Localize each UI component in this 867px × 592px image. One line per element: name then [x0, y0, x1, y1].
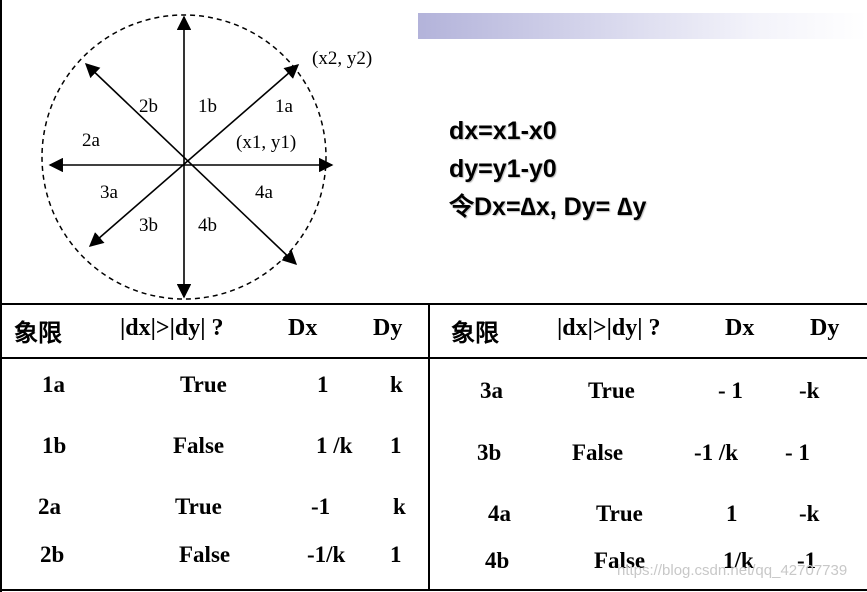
octant-label-3b: 3b	[139, 215, 158, 236]
header-dy-left: Dy	[373, 315, 403, 341]
header-dy-right: Dy	[810, 315, 840, 341]
header-compare-right: |dx|>|dy| ?	[557, 315, 661, 341]
header-quadrant-right: 象限	[451, 321, 499, 347]
table-cell: True	[180, 372, 227, 397]
octant-label-2a: 2a	[82, 130, 101, 151]
header-quadrant-left: 象限	[14, 321, 62, 347]
end-point-label: (x2, y2)	[312, 48, 372, 69]
table-cell: 1	[390, 542, 402, 567]
table-cell: False	[572, 440, 624, 465]
watermark-url: https://blog.csdn.net/qq_42707739	[617, 562, 848, 579]
table-cell: 1 /k	[316, 433, 353, 458]
octant-label-4b: 4b	[198, 215, 217, 236]
table-cell: 1b	[42, 433, 67, 458]
table-cell: 1	[726, 501, 738, 526]
octant-diagram: 1a 1b 2a 2b 3a 3b 4a 4b (x2, y2) (x1, y1…	[41, 14, 372, 300]
table-cell: 1a	[42, 372, 65, 397]
table-cell: -1 /k	[694, 440, 739, 465]
table-cell: -k	[799, 501, 820, 526]
table-cell: -1/k	[307, 542, 346, 567]
octant-label-1b: 1b	[198, 96, 217, 117]
table-cell: k	[390, 372, 403, 397]
header-compare-left: |dx|>|dy| ?	[120, 315, 224, 341]
header-dx-right: Dx	[725, 315, 755, 341]
header-dx-left: Dx	[288, 315, 318, 341]
header-bottom-border	[0, 357, 867, 359]
diagonal-axis-up	[88, 64, 300, 247]
formula-dx: dx=x1-x0	[449, 117, 557, 145]
formula-block: dx=x1-x0 dy=y1-y0 令Dx=∆x, Dy= ∆y	[449, 112, 646, 226]
table-cell: True	[175, 494, 222, 519]
table-cell: - 1	[785, 440, 810, 465]
table-bottom-border	[0, 589, 867, 591]
table-cell: -1	[311, 494, 331, 519]
table-cell: k	[393, 494, 406, 519]
table-cell: - 1	[718, 378, 743, 403]
table-cell: 2b	[40, 542, 65, 567]
formula-delta: 令Dx=∆x, Dy= ∆y	[449, 193, 647, 221]
table-cell: 1	[317, 372, 329, 397]
table-cell: 4a	[488, 501, 511, 526]
table-cell: 2a	[38, 494, 61, 519]
table-cell: 4b	[485, 548, 510, 573]
table-cell: False	[179, 542, 231, 567]
octant-label-4a: 4a	[255, 182, 274, 203]
octant-label-1a: 1a	[275, 96, 294, 117]
table-left-border	[0, 0, 2, 592]
table-cell: True	[596, 501, 643, 526]
table-cell: -k	[799, 378, 820, 403]
table-middle-divider	[428, 303, 430, 591]
table-cell: 3a	[480, 378, 503, 403]
table-cell: 3b	[477, 440, 502, 465]
octant-label-2b: 2b	[139, 96, 158, 117]
title-gradient-bar	[418, 13, 867, 39]
start-point-label: (x1, y1)	[236, 132, 296, 153]
formula-dy: dy=y1-y0	[449, 155, 557, 183]
octant-label-3a: 3a	[100, 182, 119, 203]
table-cell: False	[173, 433, 225, 458]
table-top-border	[0, 303, 867, 305]
table-cell: 1	[390, 433, 402, 458]
table-cell: True	[588, 378, 635, 403]
